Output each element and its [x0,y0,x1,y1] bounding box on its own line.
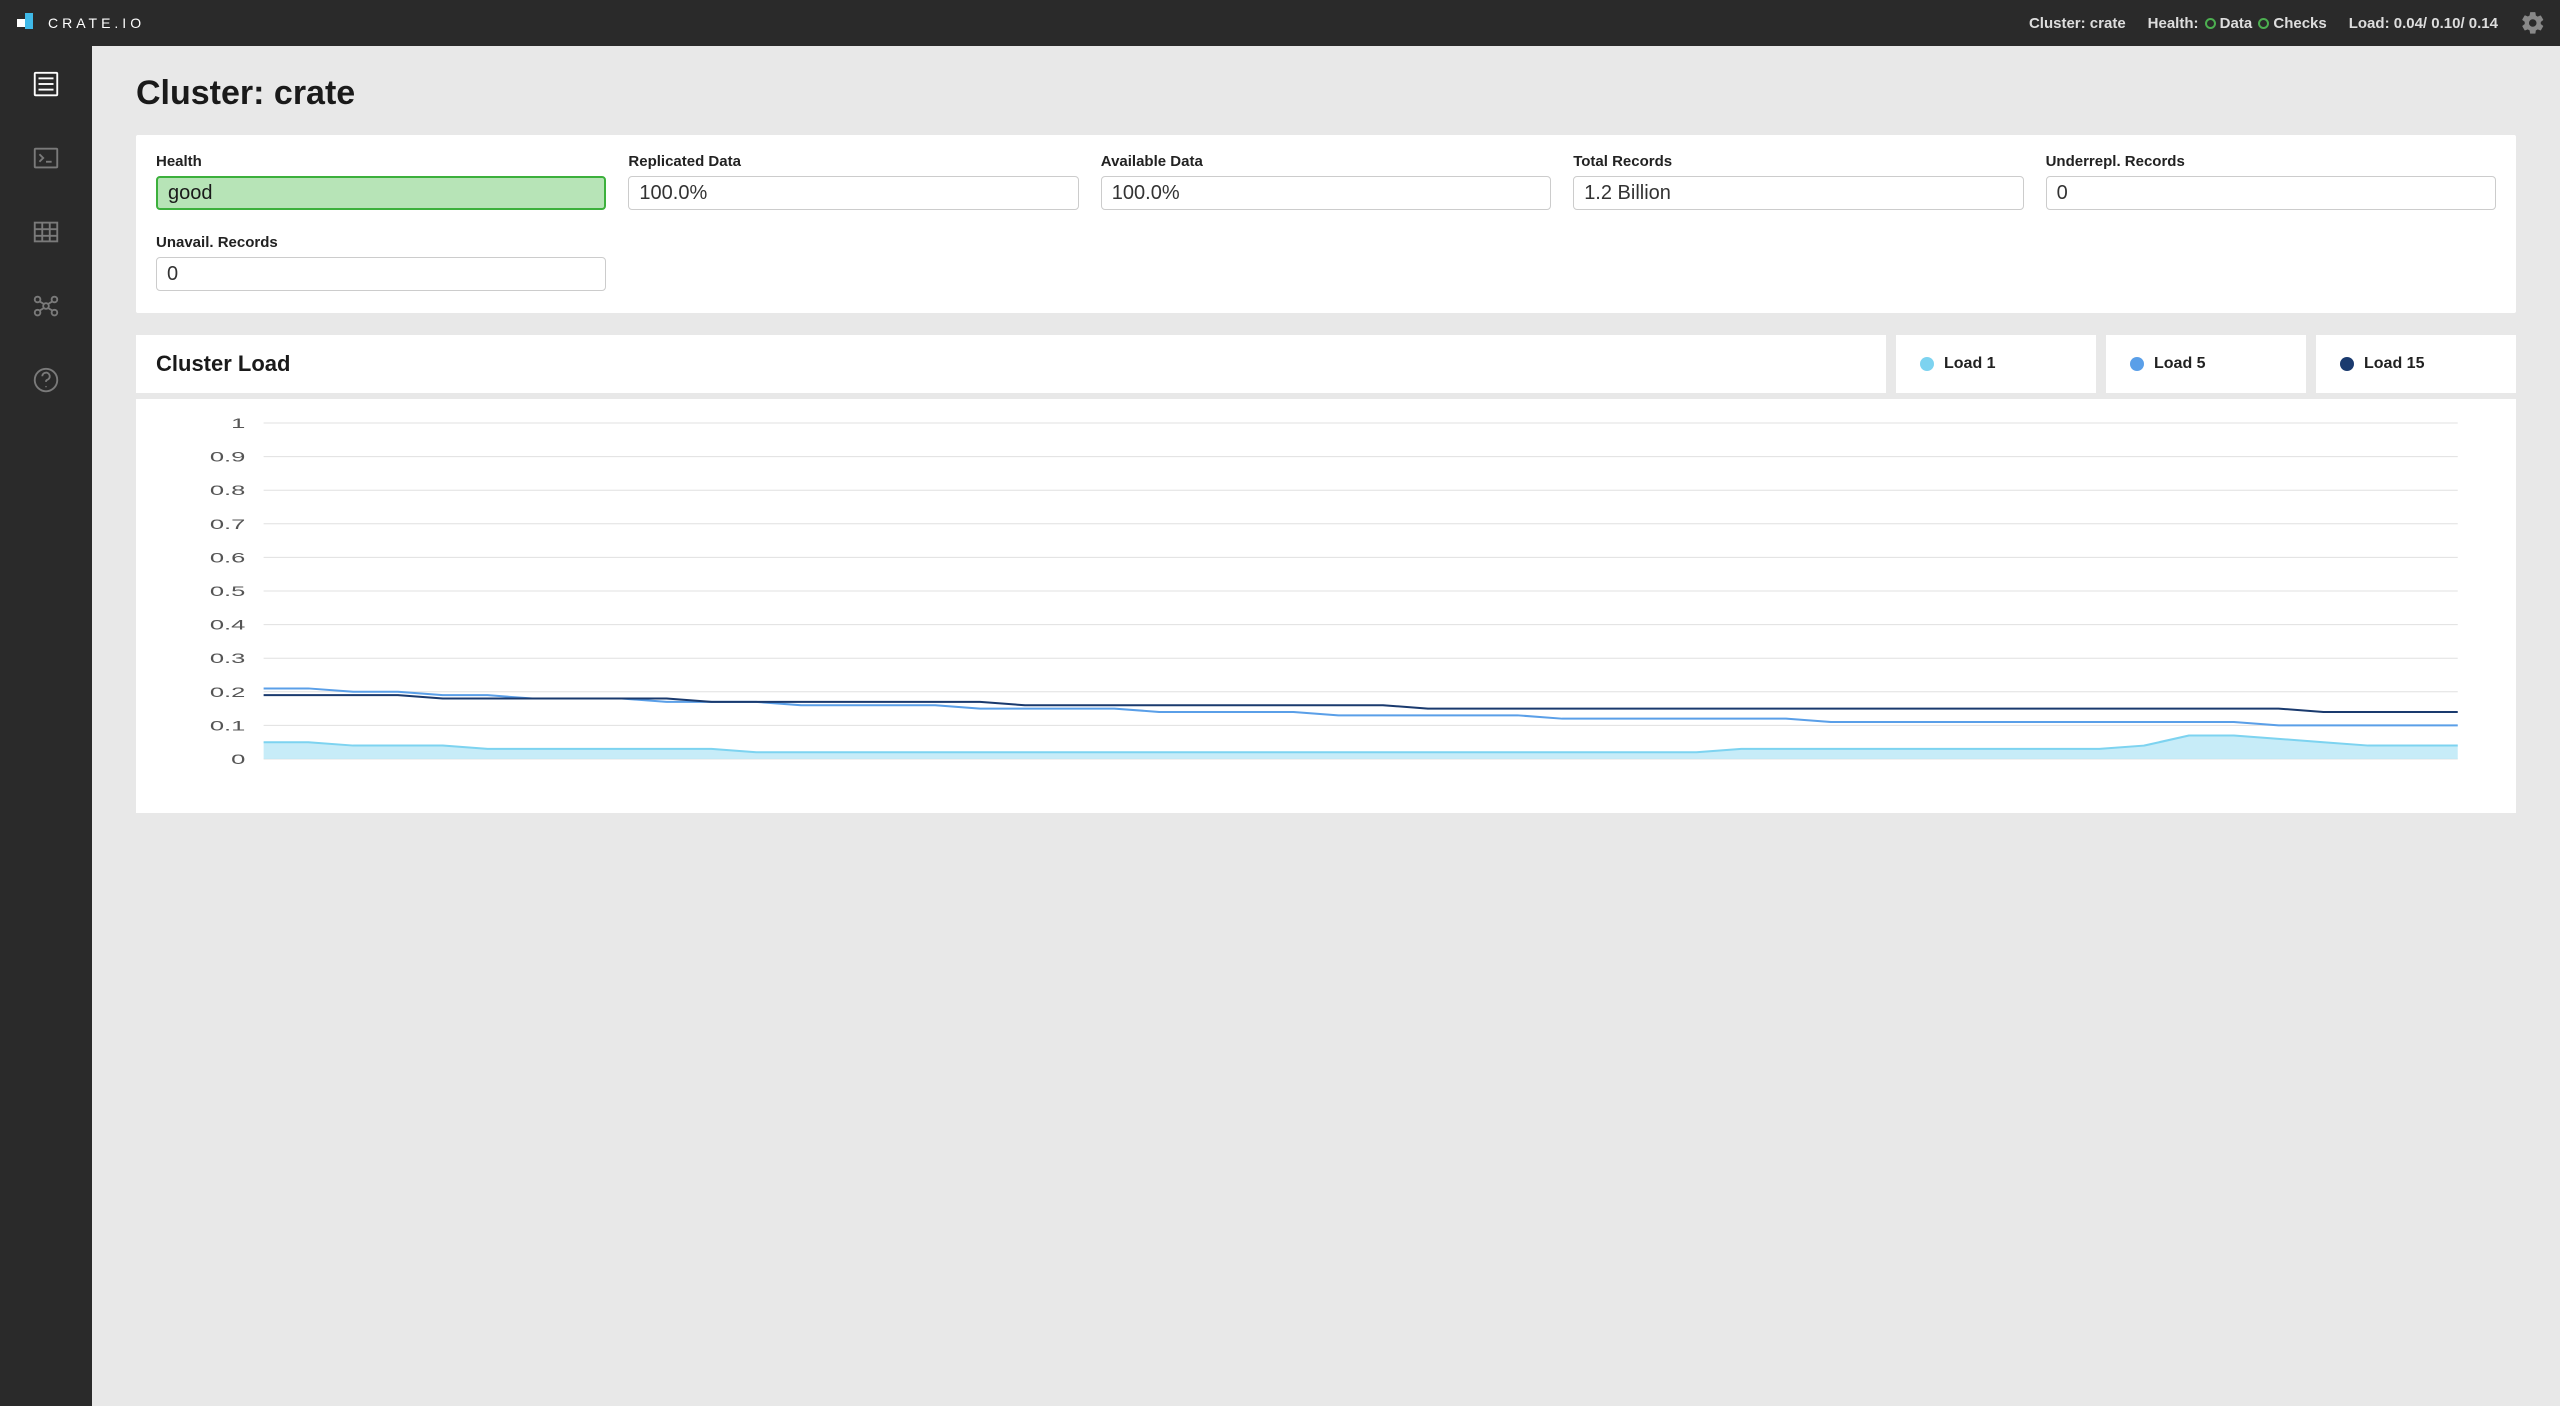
chart-title: Cluster Load [136,335,1886,393]
stat-label: Underrepl. Records [2046,153,2496,170]
svg-text:0.8: 0.8 [210,483,246,499]
stat-value: 1.2 Billion [1573,176,2023,210]
health-data-dot-icon [2205,18,2216,29]
svg-text:0: 0 [231,752,245,768]
stat-value: good [156,176,606,210]
topbar-load-label: Load: [2349,15,2390,32]
topbar-load: Load: 0.04/ 0.10/ 0.14 [2349,15,2498,32]
topbar-cluster-label: Cluster: [2029,15,2086,32]
health-checks-dot-icon [2258,18,2269,29]
stat-health: Health good [156,153,606,210]
chart-panel: 0 0.1 0.2 0.3 0.4 0.5 0.6 0.7 0.8 0.9 1 [136,399,2516,813]
topbar: CRATE.IO Cluster: crate Health: Data Che… [0,0,2560,46]
legend-dot-icon [1920,357,1934,371]
gear-icon [2520,10,2546,36]
stat-total-records: Total Records 1.2 Billion [1573,153,2023,210]
topbar-cluster-name: crate [2090,15,2126,32]
sidebar-item-cluster[interactable] [30,290,62,322]
stat-available-data: Available Data 100.0% [1101,153,1551,210]
stat-underrepl-records: Underrepl. Records 0 [2046,153,2496,210]
stat-value: 0 [156,257,606,291]
cluster-icon [31,291,61,321]
stat-unavail-records: Unavail. Records 0 [156,234,606,291]
overview-icon [31,69,61,99]
stats-panel: HealthgoodReplicated Data100.0%Available… [136,135,2516,313]
topbar-health-label: Health: [2148,15,2199,32]
stat-label: Available Data [1101,153,1551,170]
sidebar-item-help[interactable] [30,364,62,396]
tables-icon [31,217,61,247]
legend-label: Load 1 [1944,355,1996,373]
page-title: Cluster: crate [136,74,2516,113]
topbar-cluster: Cluster: crate [2029,15,2126,32]
topbar-health: Health: Data Checks [2148,15,2327,32]
legend-dot-icon [2130,357,2144,371]
brand-text: CRATE.IO [48,15,145,31]
sidebar-item-overview[interactable] [30,68,62,100]
stat-value: 100.0% [628,176,1078,210]
topbar-load-values: 0.04/ 0.10/ 0.14 [2394,15,2498,32]
sidebar [0,46,92,1406]
stat-label: Health [156,153,606,170]
legend-dot-icon [2340,357,2354,371]
brand-logo-icon [14,10,40,36]
legend-load15[interactable]: Load 15 [2316,335,2516,393]
stat-label: Unavail. Records [156,234,606,251]
main-content: Cluster: crate Health good Replicated Data… [92,46,2560,1406]
brand-logo[interactable]: CRATE.IO [14,10,145,36]
svg-text:0.2: 0.2 [210,685,246,701]
svg-text:0.6: 0.6 [210,550,246,566]
stat-replicated-data: Replicated Data 100.0% [628,153,1078,210]
svg-text:0.9: 0.9 [210,449,246,465]
stat-label: Total Records [1573,153,2023,170]
svg-text:0.4: 0.4 [210,617,246,633]
sidebar-item-tables[interactable] [30,216,62,248]
stat-value: 100.0% [1101,176,1551,210]
sidebar-item-console[interactable] [30,142,62,174]
stat-label: Replicated Data [628,153,1078,170]
topbar-health-data: Data [2220,15,2253,32]
topbar-health-checks: Checks [2273,15,2326,32]
svg-text:0.1: 0.1 [210,718,246,734]
svg-text:0.3: 0.3 [210,651,246,667]
cluster-load-chart: 0 0.1 0.2 0.3 0.4 0.5 0.6 0.7 0.8 0.9 1 [176,413,2476,773]
legend-load1[interactable]: Load 1 [1896,335,2096,393]
settings-button[interactable] [2520,10,2546,36]
svg-text:0.7: 0.7 [210,517,246,533]
legend-label: Load 15 [2364,355,2424,373]
console-icon [31,143,61,173]
svg-text:0.5: 0.5 [210,584,246,600]
legend-label: Load 5 [2154,355,2206,373]
legend-load5[interactable]: Load 5 [2106,335,2306,393]
chart-header: Cluster Load Load 1 Load 5 Load 15 [136,335,2516,393]
stat-value: 0 [2046,176,2496,210]
svg-text:1: 1 [231,416,245,432]
help-icon [31,365,61,395]
